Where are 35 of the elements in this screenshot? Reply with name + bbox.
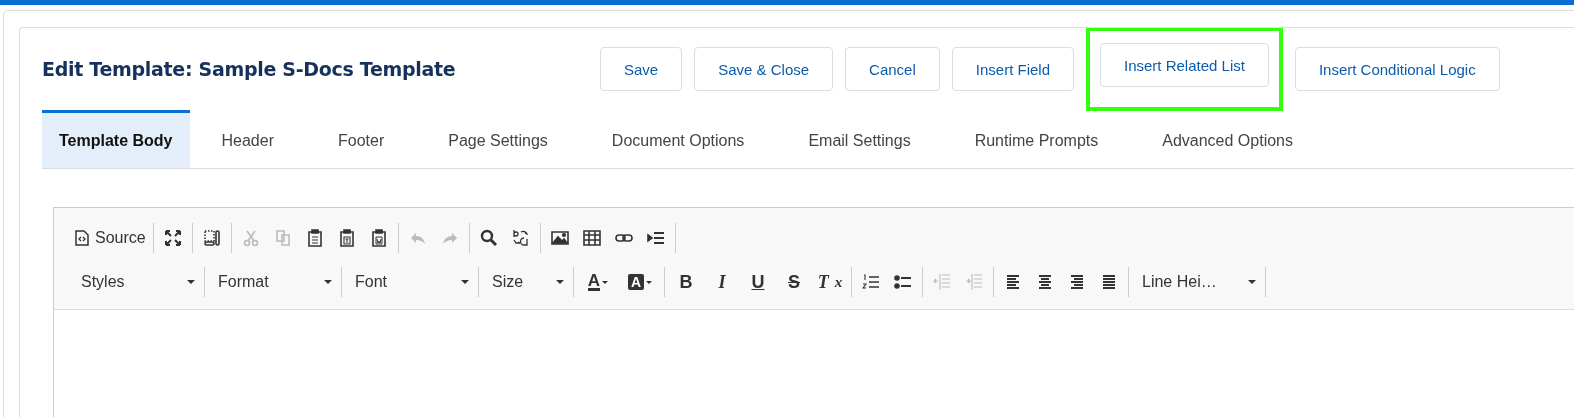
dropdown[interactable]: Font — [347, 268, 473, 296]
source-button[interactable]: Source — [73, 224, 148, 252]
action-button[interactable]: Save — [600, 47, 683, 91]
tab[interactable]: Advanced Options — [1130, 110, 1325, 168]
page-title: Edit Template: Sample S-Docs Template — [42, 58, 457, 80]
action-button[interactable]: Insert Related List — [1100, 43, 1269, 87]
dropdown[interactable]: Line Hei… — [1134, 268, 1260, 296]
caret-icon — [646, 280, 653, 284]
background-color-button[interactable]: A — [621, 268, 659, 296]
tab[interactable]: Document Options — [579, 110, 777, 168]
text-color-button[interactable]: A — [579, 268, 617, 296]
caret-icon — [602, 280, 609, 284]
action-button[interactable]: Insert Field — [951, 47, 1074, 91]
action-button[interactable]: Insert Conditional Logic — [1294, 47, 1500, 91]
format-button[interactable]: U — [742, 268, 774, 296]
code-file-icon — [75, 230, 89, 246]
caret-icon — [324, 280, 332, 284]
tab[interactable]: Footer — [306, 110, 417, 168]
format-button[interactable]: S — [778, 268, 810, 296]
dropdown[interactable]: Format — [210, 268, 336, 296]
tab[interactable]: Template Body — [42, 110, 190, 168]
tab[interactable]: Page Settings — [416, 110, 580, 168]
tab[interactable]: Runtime Prompts — [942, 110, 1131, 168]
dropdown[interactable]: Size — [484, 268, 568, 296]
action-button[interactable]: Cancel — [845, 47, 940, 91]
caret-icon — [1248, 280, 1256, 284]
format-button[interactable]: I — [706, 268, 738, 296]
format-button[interactable]: B — [670, 268, 702, 296]
tab[interactable]: Header — [189, 110, 306, 168]
tab[interactable]: Email Settings — [776, 110, 943, 168]
caret-icon — [556, 280, 564, 284]
action-button[interactable]: Save & Close — [694, 47, 834, 91]
caret-icon — [187, 280, 195, 284]
caret-icon — [461, 280, 469, 284]
dropdown[interactable]: Styles — [73, 268, 199, 296]
